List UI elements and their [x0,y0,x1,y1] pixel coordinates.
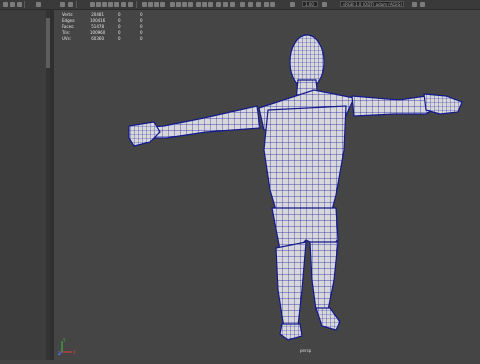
panel-layout-icon[interactable] [412,2,417,7]
open-scene-icon[interactable] [17,2,22,7]
film-gate-icon[interactable] [223,2,228,7]
viewport-canvas[interactable] [54,10,480,360]
toolbar-divider [76,1,77,8]
toolbar-divider [136,1,137,8]
new-scene-icon[interactable] [10,2,15,7]
gate-mask-icon[interactable] [248,2,253,7]
safe-title-icon[interactable] [264,2,269,7]
panel-settings-icon[interactable] [420,2,425,7]
color-management-icon[interactable] [322,2,327,7]
snap-point-icon[interactable] [102,2,107,7]
hud-value: 60360 [91,36,104,41]
exposure-icon[interactable] [270,2,275,7]
snap-plane-icon[interactable] [114,2,119,7]
xray-icon[interactable] [202,2,207,7]
camera-icon[interactable] [121,2,126,7]
grid-toggle-icon[interactable] [216,2,221,7]
status-toolbar: 1.00 sRGB 1.0 (ODT) adam (ACES) [0,0,480,10]
z-axis-label: Z [58,351,61,356]
paint-select-icon[interactable] [68,2,73,7]
x-axis-label: X [73,350,76,355]
hud-label: UVs: [62,36,72,41]
shadows-icon[interactable] [170,2,175,7]
view-transform-dropdown[interactable]: sRGB 1.0 (ODT) adam (ACES) [340,1,404,7]
human-mesh[interactable] [128,34,463,341]
toolbar-divider [24,1,25,8]
lights-icon[interactable] [160,2,165,7]
left-panel [0,10,50,360]
frame-field[interactable]: 1.00 [302,1,318,7]
bookmark-icon[interactable] [128,2,133,7]
menu-set-icon[interactable] [3,2,8,7]
select-icon[interactable] [36,2,41,7]
resolution-gate-icon[interactable] [230,2,235,7]
isolate-select-icon[interactable] [196,2,201,7]
anti-alias-icon[interactable] [188,2,193,7]
textured-icon[interactable] [154,2,159,7]
camera-label: persp [300,348,312,353]
hud-value: 0 [118,36,121,41]
wireframe-icon[interactable] [142,2,147,7]
safe-action-icon[interactable] [240,2,245,7]
xray-joints-icon[interactable] [208,2,213,7]
y-axis-label: Y [62,338,66,343]
field-chart-icon[interactable] [256,2,261,7]
hud-value: 0 [140,36,143,41]
snap-grid-icon[interactable] [90,2,95,7]
lasso-icon[interactable] [60,2,65,7]
snap-surface-icon[interactable] [108,2,113,7]
smooth-shade-icon[interactable] [148,2,153,7]
snap-curve-icon[interactable] [96,2,101,7]
axis-gizmo: X Y Z [58,338,76,356]
motion-blur-icon[interactable] [182,2,187,7]
ambient-occlusion-icon[interactable] [176,2,181,7]
viewport-3d[interactable] [54,10,480,360]
gamma-icon[interactable] [290,2,295,7]
